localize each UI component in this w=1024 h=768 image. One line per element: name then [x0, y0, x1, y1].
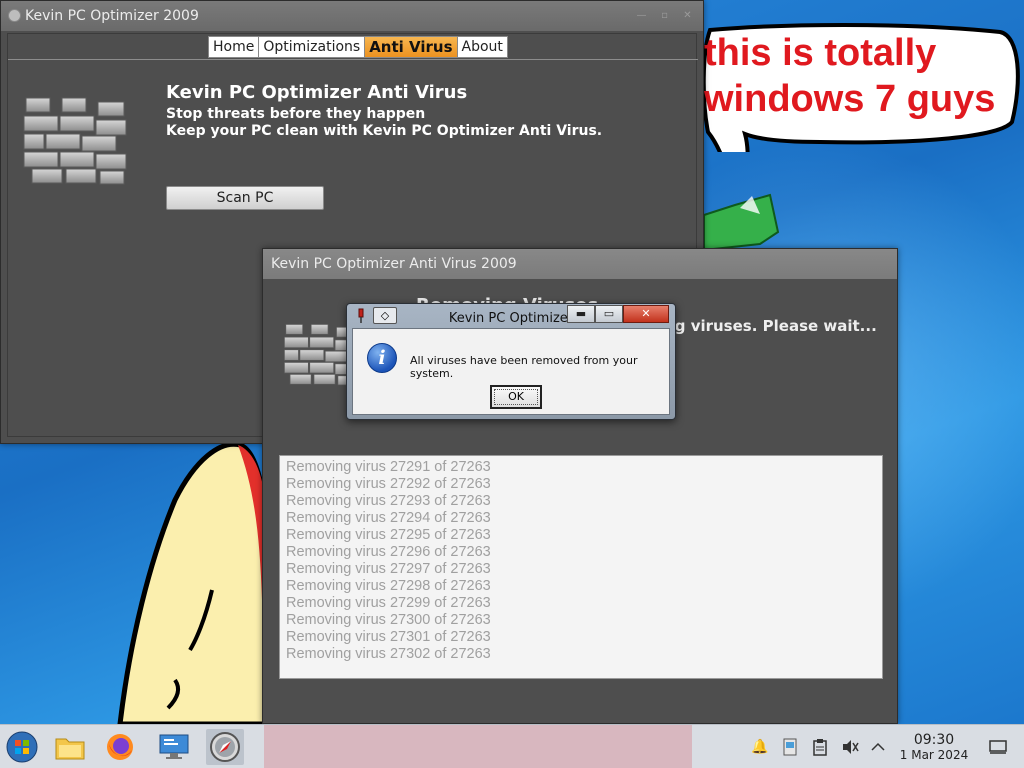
clipboard-icon[interactable] [810, 737, 830, 757]
list-item: Removing virus 27293 of 27263 [286, 493, 491, 509]
clock-date: 1 Mar 2024 [899, 748, 969, 762]
taskbar-window-button[interactable] [264, 725, 692, 768]
speech-bubble-text: this is totally windows 7 guys [704, 32, 996, 120]
list-item: Removing virus 27291 of 27263 [286, 459, 491, 475]
list-item: Removing virus 27292 of 27263 [286, 476, 491, 492]
info-dialog: ◇ Kevin PC Optimizer ▬ ▭ ✕ i All viruses… [346, 303, 676, 420]
firefox-icon[interactable] [101, 729, 139, 765]
app-icon [8, 9, 21, 22]
taskbar: 🔔 09:30 1 Mar 2024 [0, 724, 1024, 768]
main-subheading-1: Stop threats before they happen [166, 106, 426, 122]
firewall-icon [23, 97, 127, 185]
clock[interactable]: 09:30 1 Mar 2024 [898, 732, 970, 762]
file-manager-icon[interactable] [51, 729, 89, 765]
list-item: Removing virus 27302 of 27263 [286, 646, 491, 662]
notifications-icon[interactable]: 🔔 [750, 737, 770, 757]
main-heading: Kevin PC Optimizer Anti Virus [166, 82, 468, 103]
main-subheading-2: Keep your PC clean with Kevin PC Optimiz… [166, 123, 603, 139]
list-item: Removing virus 27301 of 27263 [286, 629, 491, 645]
start-orb-icon[interactable] [3, 729, 41, 765]
scan-pc-button[interactable]: Scan PC [166, 186, 324, 210]
volume-muted-icon[interactable] [840, 737, 860, 757]
main-window-titlebar[interactable]: Kevin PC Optimizer 2009 — ▫ ✕ [1, 1, 703, 31]
list-item: Removing virus 27296 of 27263 [286, 544, 491, 560]
close-icon[interactable]: ✕ [682, 10, 693, 21]
tray-expand-icon[interactable] [868, 737, 888, 757]
tab-optimizations[interactable]: Optimizations [258, 36, 366, 58]
dialog-maximize-icon[interactable]: ▭ [595, 305, 623, 323]
system-settings-icon[interactable] [155, 729, 193, 765]
virus-log-list[interactable]: Removing virus 27291 of 27263 Removing v… [279, 455, 883, 679]
dialog-minimize-icon[interactable]: ▬ [567, 305, 595, 323]
info-icon: i [367, 343, 397, 373]
av-window-title: Kevin PC Optimizer Anti Virus 2009 [271, 256, 517, 272]
safari-icon[interactable] [206, 729, 244, 765]
tab-bar: Home Optimizations Anti Virus About [208, 36, 508, 58]
list-item: Removing virus 27298 of 27263 [286, 578, 491, 594]
main-window-title: Kevin PC Optimizer 2009 [25, 8, 199, 24]
list-item: Removing virus 27297 of 27263 [286, 561, 491, 577]
ok-button[interactable]: OK [490, 385, 542, 409]
list-item: Removing virus 27295 of 27263 [286, 527, 491, 543]
show-desktop-icon[interactable] [988, 737, 1008, 757]
list-item: Removing virus 27300 of 27263 [286, 612, 491, 628]
minimize-icon[interactable]: — [636, 10, 647, 21]
list-item: Removing virus 27294 of 27263 [286, 510, 491, 526]
network-icon[interactable] [780, 737, 800, 757]
av-window-titlebar[interactable]: Kevin PC Optimizer Anti Virus 2009 [263, 249, 897, 279]
dialog-body: i All viruses have been removed from you… [352, 328, 670, 415]
dialog-message: All viruses have been removed from your … [410, 354, 638, 380]
maximize-icon[interactable]: ▫ [659, 10, 670, 21]
tab-home[interactable]: Home [208, 36, 260, 58]
list-item: Removing virus 27299 of 27263 [286, 595, 491, 611]
clock-time: 09:30 [913, 732, 955, 748]
tab-anti-virus[interactable]: Anti Virus [364, 36, 458, 58]
tab-about[interactable]: About [456, 36, 508, 58]
dialog-close-icon[interactable]: ✕ [623, 305, 669, 323]
tab-separator [8, 59, 698, 60]
